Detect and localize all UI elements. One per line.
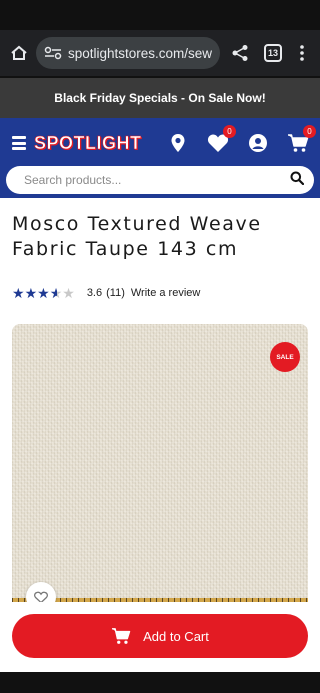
search-input[interactable] [24, 173, 290, 187]
add-to-cart-label: Add to Cart [143, 628, 209, 644]
review-count: (11) [106, 287, 125, 299]
search-icon[interactable] [290, 171, 305, 190]
product-details: Mosco Textured Weave Fabric Taupe 143 cm… [0, 198, 320, 614]
site-info-icon[interactable] [44, 46, 62, 60]
sticky-cart-bar: Add to Cart [0, 602, 320, 672]
star-half-icon: ★ [49, 285, 63, 301]
cart-count-badge: 0 [303, 125, 316, 138]
wishlist-icon[interactable]: 0 [206, 125, 236, 155]
star-icon: ★ [12, 285, 25, 301]
star-rating: ★ ★ ★ ★ ★ [12, 286, 75, 300]
share-icon[interactable] [228, 41, 252, 65]
system-navigation-bar [0, 672, 320, 693]
hamburger-menu-icon[interactable] [12, 136, 26, 150]
status-bar [0, 0, 320, 30]
sale-badge: SALE [270, 342, 300, 372]
promo-banner[interactable]: Black Friday Specials - On Sale Now! [0, 76, 320, 118]
star-empty-icon: ★ [62, 285, 75, 301]
url-text: spotlightstores.com/sew [68, 45, 212, 61]
wishlist-count-badge: 0 [223, 125, 236, 138]
search-bar [6, 166, 314, 194]
rating-row: ★ ★ ★ ★ ★ 3.6 (11) Write a review [12, 286, 308, 300]
star-icon: ★ [37, 285, 50, 301]
store-locator-icon[interactable] [166, 131, 190, 155]
browser-toolbar: spotlightstores.com/sew 13 [0, 30, 320, 76]
account-icon[interactable] [246, 131, 270, 155]
tab-switcher-button[interactable]: 13 [264, 44, 282, 62]
product-title: Mosco Textured Weave Fabric Taupe 143 cm [12, 213, 262, 260]
promo-text: Black Friday Specials - On Sale Now! [54, 91, 266, 105]
rating-value: 3.6 [86, 287, 103, 299]
spotlight-logo[interactable]: SPOTLIGHT [34, 132, 142, 154]
cart-icon [112, 628, 131, 644]
star-icon: ★ [24, 285, 38, 301]
product-image[interactable]: SALE [12, 324, 308, 614]
add-to-cart-button[interactable]: Add to Cart [12, 614, 308, 658]
home-icon[interactable] [8, 42, 30, 64]
more-menu-icon[interactable] [292, 41, 312, 65]
address-bar[interactable]: spotlightstores.com/sew [36, 37, 220, 69]
write-review-link[interactable]: Write a review [131, 287, 200, 299]
site-header: SPOTLIGHT 0 0 [0, 118, 320, 198]
cart-icon[interactable]: 0 [286, 125, 316, 155]
